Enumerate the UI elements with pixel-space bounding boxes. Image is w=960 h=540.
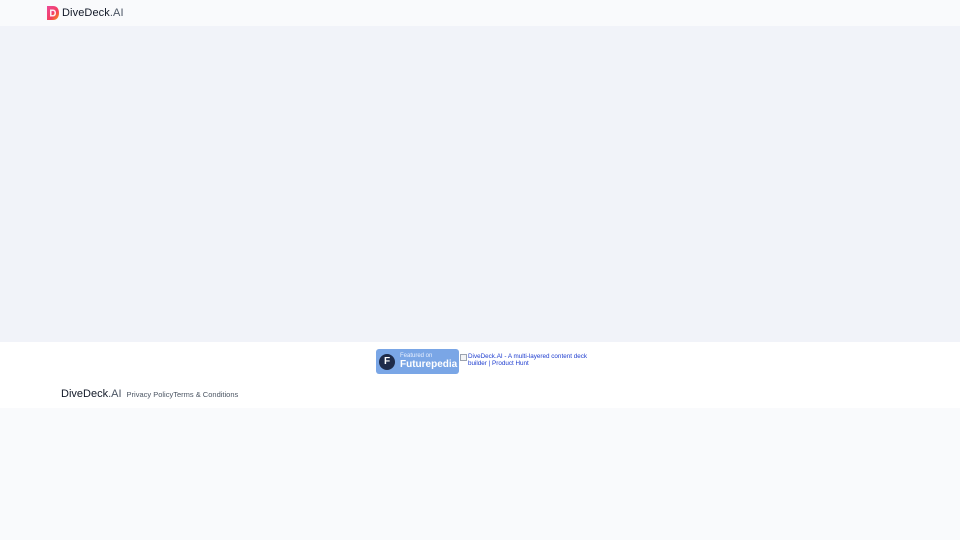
page-background-bottom — [0, 408, 960, 540]
brand-name-suffix: .AI — [109, 7, 124, 19]
futurepedia-logo-icon: F — [379, 353, 395, 370]
main-content-area — [0, 26, 960, 342]
terms-conditions-link[interactable]: Terms & Conditions — [173, 390, 238, 399]
footer: F Featured on Futurepedia DiveDeck.AI - … — [0, 342, 960, 408]
divedeck-logo-icon — [46, 5, 60, 21]
futurepedia-icon-letter: F — [383, 356, 391, 367]
futurepedia-badge[interactable]: F Featured on Futurepedia — [376, 349, 459, 374]
broken-image-icon — [460, 354, 467, 361]
top-header: DiveDeck.AI — [0, 0, 960, 26]
footer-brand-main: DiveDeck — [61, 388, 109, 400]
privacy-policy-link[interactable]: Privacy Policy — [127, 390, 174, 399]
logo-link[interactable]: DiveDeck.AI — [46, 5, 124, 21]
footer-brand: DiveDeck.AI — [61, 388, 122, 400]
brand-name-main: DiveDeck — [62, 7, 110, 19]
product-hunt-badge[interactable]: DiveDeck.AI - A multi-layered content de… — [460, 353, 588, 367]
brand-name: DiveDeck.AI — [62, 7, 124, 19]
product-hunt-alt-text: DiveDeck.AI - A multi-layered content de… — [468, 353, 587, 367]
futurepedia-big-text: Futurepedia — [400, 359, 458, 370]
footer-bottom-row: DiveDeck.AI Privacy Policy Terms & Condi… — [61, 388, 238, 400]
futurepedia-text: Featured on Futurepedia — [400, 353, 457, 370]
footer-brand-suffix: .AI — [108, 388, 122, 400]
badge-row: F Featured on Futurepedia DiveDeck.AI - … — [376, 349, 588, 374]
